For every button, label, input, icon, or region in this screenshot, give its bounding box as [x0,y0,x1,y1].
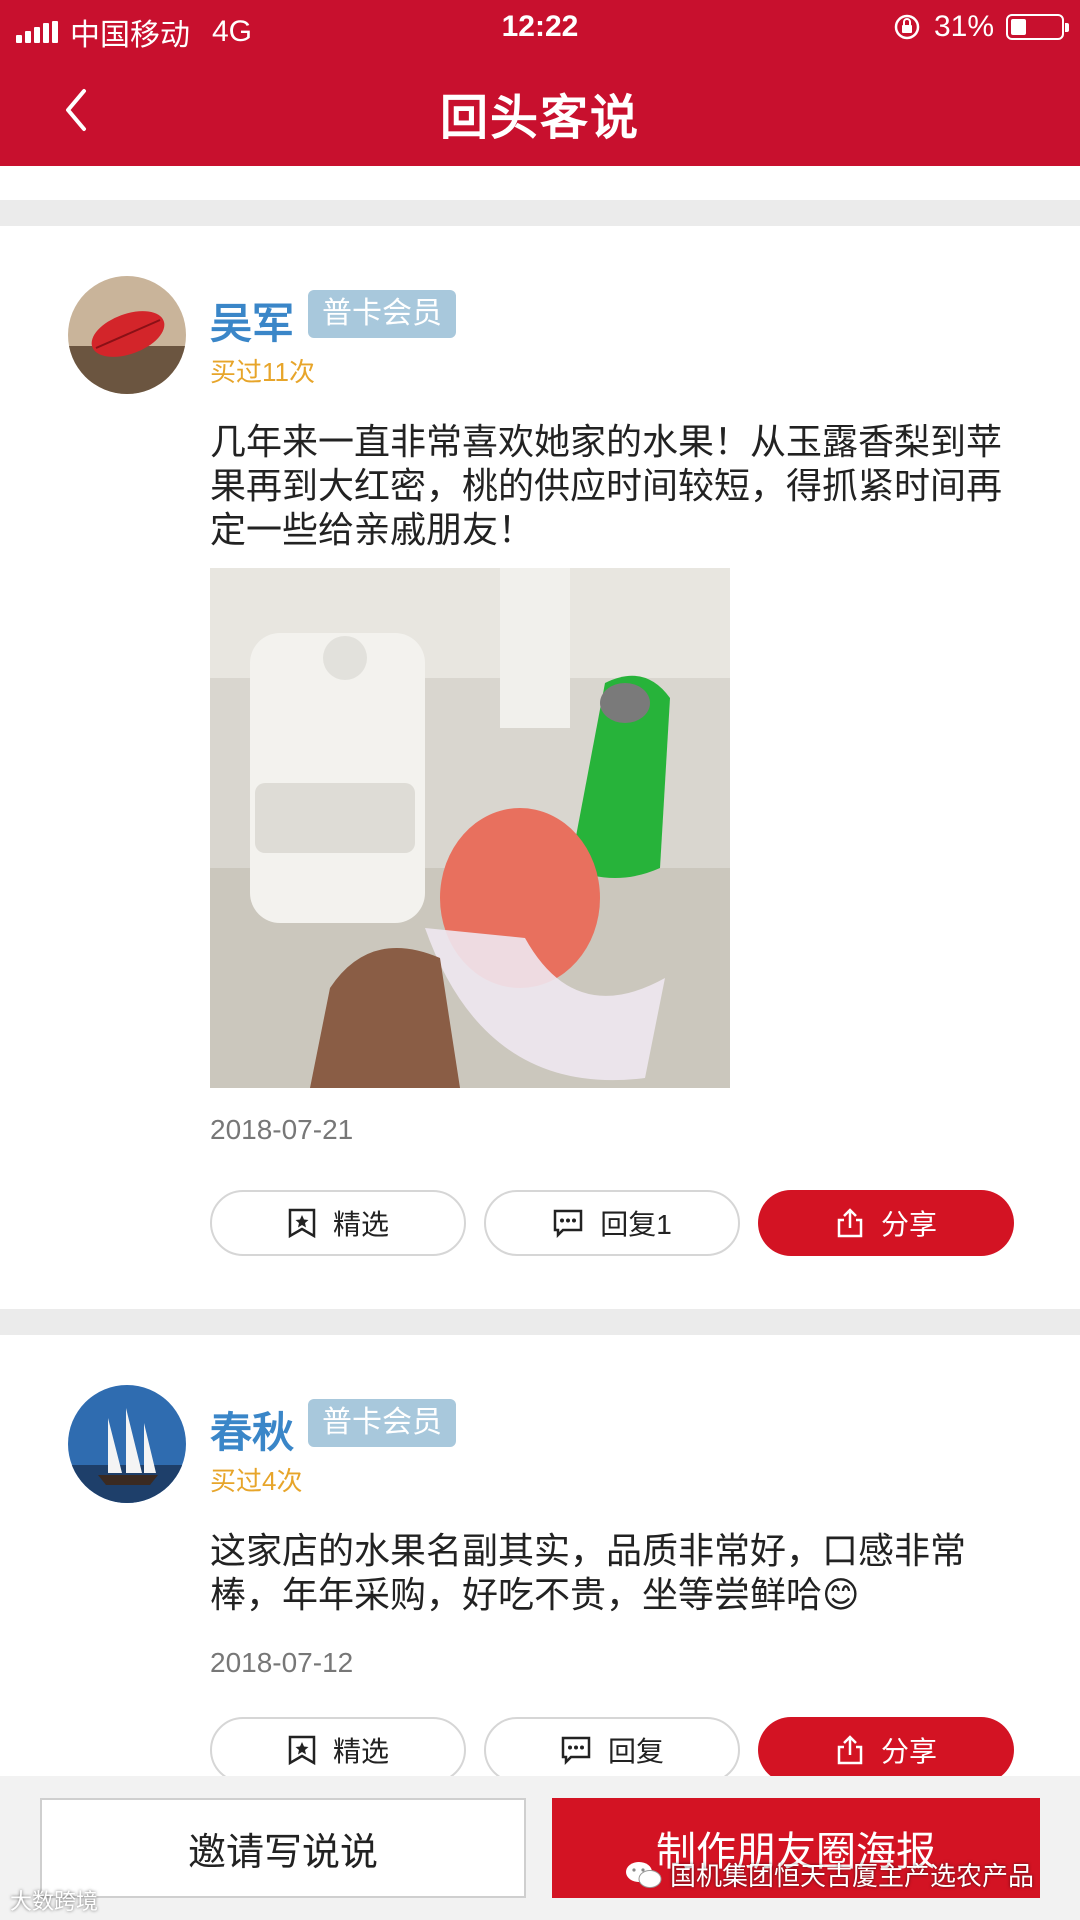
reply-label: 回复 [607,1736,664,1767]
review-card: 吴军 普卡会员 买过11次 几年来一直非常喜欢她家的水果！从玉露香梨到苹果再到大… [0,226,1080,1306]
review-date: 2018-07-21 [210,1114,354,1145]
share-button[interactable]: 分享 [758,1190,1014,1256]
share-icon [837,1735,863,1765]
member-badge: 普卡会员 [308,290,456,338]
comment-icon [553,1209,583,1238]
reply-label: 回复1 [600,1209,672,1240]
share-icon [837,1208,863,1238]
member-badge: 普卡会员 [308,1399,456,1447]
bottom-action-bar: 邀请写说说 制作朋友圈海报 [0,1776,1080,1920]
star-bookmark-icon [288,1208,316,1239]
feature-label: 精选 [332,1209,389,1240]
reply-button[interactable]: 回复 [484,1717,740,1783]
reviewer-name[interactable]: 春秋 [210,1399,294,1460]
watermark-text: 国机集团恒天古厦主产选农产品 [670,1861,1035,1891]
reviewer-name[interactable]: 吴军 [210,290,294,351]
watermark-left: 大数跨境 [10,1889,99,1914]
battery-percent: 31% [933,10,994,43]
review-photo[interactable] [210,568,730,1088]
avatar[interactable] [68,276,186,394]
purchase-count: 买过11次 [210,357,315,387]
review-text: 几年来一直非常喜欢她家的水果！从玉露香梨到苹果再到大红密，桃的供应时间较短，得抓… [210,421,1003,550]
battery-icon [1006,14,1069,40]
share-button[interactable]: 分享 [758,1717,1014,1783]
star-bookmark-icon [288,1735,316,1766]
rotation-lock-icon [894,14,920,40]
review-card: 春秋 普卡会员 买过4次 这家店的水果名副其实，品质非常好，口感非常棒，年年采购… [0,1335,1080,1783]
watermark: 国机集团恒天古厦主产选农产品 [624,1856,1034,1893]
share-label: 分享 [880,1209,937,1240]
section-divider [0,200,1080,226]
comment-icon [561,1736,591,1765]
wechat-icon [626,1861,662,1888]
section-divider [0,1309,1080,1335]
status-bar: 中国移动 4G 12:22 31% [0,0,1080,54]
invite-review-button[interactable]: 邀请写说说 [40,1798,526,1898]
review-date: 2018-07-12 [210,1647,354,1678]
share-label: 分享 [880,1736,937,1767]
feature-button[interactable]: 精选 [210,1717,466,1783]
reply-button[interactable]: 回复1 [484,1190,740,1256]
purchase-count: 买过4次 [210,1466,303,1496]
feature-label: 精选 [332,1736,389,1767]
feature-button[interactable]: 精选 [210,1190,466,1256]
app-header: 中国移动 4G 12:22 31% 回头客说 [0,0,1080,166]
review-text: 这家店的水果名副其实，品质非常好，口感非常棒，年年采购，好吃不贵，坐等尝鲜哈😊 [210,1530,967,1615]
avatar[interactable] [68,1385,186,1503]
page-title: 回头客说 [439,92,640,145]
